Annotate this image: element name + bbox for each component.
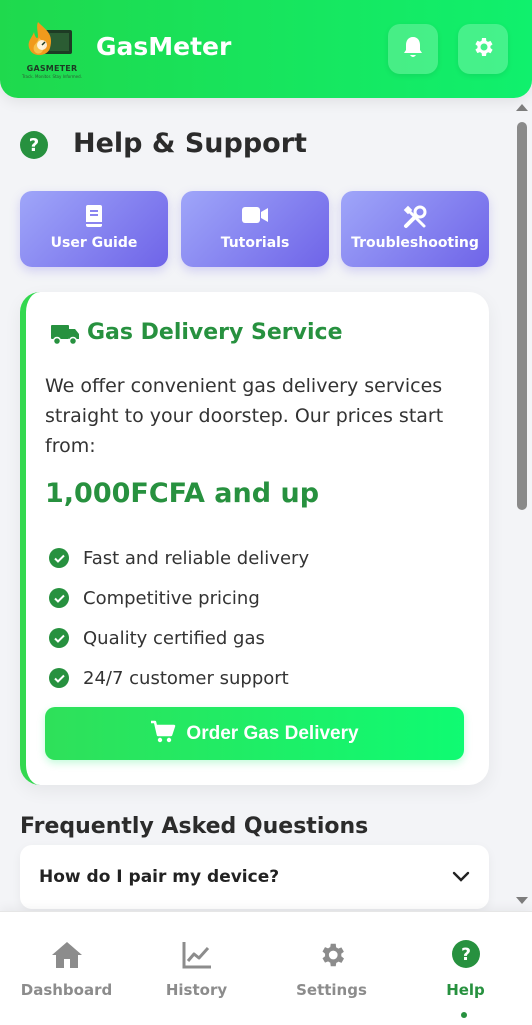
feature-item: 24/7 customer support	[45, 658, 309, 698]
active-indicator-dot	[461, 1012, 467, 1018]
order-button-label: Order Gas Delivery	[186, 722, 359, 744]
app-header: GASMETER Track. Monitor. Stay Informed. …	[0, 0, 532, 98]
notifications-button[interactable]	[388, 24, 438, 74]
tools-icon	[341, 204, 489, 230]
video-icon	[181, 204, 329, 230]
nav-label-help: Help	[446, 981, 485, 999]
faq-item[interactable]: How do I pair my device?	[20, 845, 489, 909]
feature-list: Fast and reliable delivery Competitive p…	[45, 538, 309, 698]
feature-text: Quality certified gas	[83, 627, 265, 649]
logo-tagline: Track. Monitor. Stay Informed.	[22, 74, 82, 79]
gas-delivery-card: Gas Delivery Service We offer convenient…	[20, 292, 489, 785]
nav-help[interactable]: ? Help	[399, 912, 532, 1025]
feature-text: Competitive pricing	[83, 587, 260, 609]
nav-label-history: History	[165, 981, 228, 999]
logo-wordmark: GASMETER	[26, 64, 78, 73]
check-circle-icon	[49, 628, 69, 648]
settings-button[interactable]	[458, 24, 508, 74]
home-icon	[0, 940, 133, 970]
delivery-price: 1,000FCFA and up	[45, 478, 320, 509]
scroll-down-arrow[interactable]	[516, 897, 528, 904]
troubleshooting-button[interactable]: Troubleshooting	[341, 191, 489, 267]
feature-item: Quality certified gas	[45, 618, 309, 658]
gear-icon	[265, 940, 398, 970]
feature-item: Competitive pricing	[45, 578, 309, 618]
tutorials-button[interactable]: Tutorials	[181, 191, 329, 267]
question-icon: ?	[20, 131, 48, 159]
svg-text:?: ?	[461, 945, 471, 965]
tutorials-label: Tutorials	[220, 235, 290, 251]
faq-heading: Frequently Asked Questions	[20, 814, 369, 839]
delivery-title: Gas Delivery Service	[87, 320, 343, 345]
cart-icon	[150, 720, 176, 748]
app-title: GasMeter	[96, 32, 232, 61]
user-guide-button[interactable]: User Guide	[20, 191, 168, 267]
delivery-description: We offer convenient gas delivery service…	[45, 375, 444, 457]
nav-label-dashboard: Dashboard	[20, 981, 113, 999]
nav-history[interactable]: History	[130, 912, 263, 1025]
feature-text: Fast and reliable delivery	[83, 547, 310, 569]
nav-dashboard[interactable]: Dashboard	[0, 912, 133, 1025]
chevron-down-icon[interactable]	[451, 869, 471, 888]
feature-text: 24/7 customer support	[83, 667, 289, 689]
check-circle-icon	[49, 548, 69, 568]
nav-settings[interactable]: Settings	[265, 912, 398, 1025]
scroll-up-arrow[interactable]	[516, 104, 528, 111]
book-icon	[20, 204, 168, 230]
order-gas-delivery-button[interactable]: Order Gas Delivery	[45, 707, 464, 760]
truck-icon	[50, 322, 80, 350]
scrollbar-thumb[interactable]	[517, 122, 527, 510]
gear-icon	[471, 35, 495, 63]
page-title: Help & Support	[73, 128, 307, 159]
troubleshooting-label: Troubleshooting	[351, 235, 479, 251]
user-guide-label: User Guide	[50, 235, 138, 251]
check-circle-icon	[49, 588, 69, 608]
feature-item: Fast and reliable delivery	[45, 538, 309, 578]
nav-label-settings: Settings	[296, 981, 367, 999]
question-icon: ?	[399, 940, 532, 970]
bottom-navigation: Dashboard History Settings ? Help	[0, 911, 532, 1025]
bell-icon	[402, 35, 424, 63]
chart-line-icon	[130, 940, 263, 970]
page-scrollbar[interactable]	[512, 98, 532, 910]
faq-question: How do I pair my device?	[39, 867, 280, 887]
check-circle-icon	[49, 668, 69, 688]
